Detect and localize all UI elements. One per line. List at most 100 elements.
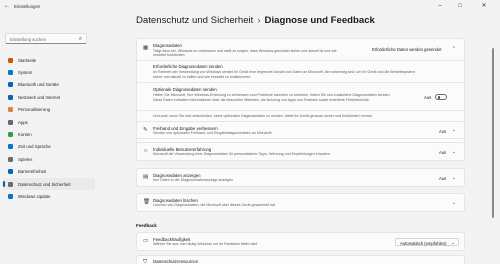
globe-clock-icon — [8, 144, 13, 150]
anzeigen-title: Diagnosedaten anzeigen — [153, 172, 201, 178]
feedback-icon: ▭ — [143, 238, 149, 244]
freihand-value: Aus — [439, 128, 447, 134]
chevron-down-icon: ⌄ — [451, 239, 455, 245]
trash-icon: 🗑 — [143, 199, 150, 205]
breadcrumb-parent[interactable]: Datenschutz und Sicherheit — [136, 15, 253, 26]
diagnosedaten-desc-1: Trägt dazu bei, Windows zu verbessern un… — [153, 48, 337, 53]
sidebar-item[interactable]: Konten — [3, 128, 95, 140]
gaming-icon — [8, 156, 13, 162]
scrollbar[interactable] — [492, 48, 494, 218]
search-icon: ⌕ — [78, 35, 82, 42]
update-icon — [8, 193, 13, 199]
loeschen-title: Diagnosedaten löschen — [153, 197, 198, 203]
system-icon — [8, 70, 13, 76]
freihand-card[interactable]: ✎ Freihand und Eingabe verbessern Senden… — [136, 121, 465, 139]
chevron-up-icon[interactable]: ⌃ — [452, 46, 456, 52]
optional-diag-note: Und auch wenn Sie sich entscheiden, kein… — [153, 113, 373, 118]
sidebar-item[interactable]: Bluetooth und Geräte — [3, 79, 95, 91]
individuell-title: Individuelle Benutzererfahrung — [153, 146, 212, 152]
chevron-down-icon[interactable]: ⌄ — [452, 175, 456, 181]
divider — [137, 110, 464, 111]
sidebar-item-label: Datenschutz und Sicherheit — [18, 181, 71, 187]
anzeigen-desc: Ihre Daten in der Diagnosedatenanzeige a… — [153, 178, 234, 182]
sidebar-item[interactable]: Zeit und Sprache — [3, 141, 95, 153]
bluetooth-icon — [8, 82, 13, 88]
diagnosedaten-desc-2: erwartet funktioniert. — [153, 53, 186, 57]
sidebar-item-label: Spielen — [18, 156, 33, 162]
sidebar-item-label: Konten — [18, 132, 32, 138]
chevron-down-icon[interactable]: ⌄ — [452, 200, 456, 206]
feedbackhaeufigkeit-card: ▭ Feedbackhäufigkeit Wählen Sie aus, wie… — [136, 232, 465, 251]
network-icon — [8, 94, 13, 100]
optional-diag-desc-2: Diese Daten enthalten Informationen über… — [153, 97, 370, 102]
diagnosedaten-value: Erforderliche Daten werden gesendet — [372, 47, 442, 52]
sidebar-nav: Startseite System Bluetooth und Geräte Netz… — [3, 54, 95, 203]
sidebar-item-label: Personalisierung — [18, 107, 51, 113]
accessibility-icon — [8, 169, 13, 175]
loeschen-card[interactable]: 🗑 Diagnosedaten löschen Löschen von Diag… — [136, 193, 465, 212]
home-icon — [8, 57, 13, 63]
datenschutzressourcen-card[interactable]: ⛉ Datenschutzressourcen — [136, 255, 465, 264]
feedback-frequency-value: Automatisch (empfohlen) — [400, 240, 447, 246]
feedback-heading: Feedback — [136, 223, 157, 228]
lightbulb-icon: ☼ — [143, 148, 149, 154]
back-arrow-icon[interactable]: ← — [4, 3, 10, 9]
individuell-card[interactable]: ☼ Individuelle Benutzererfahrung Microso… — [136, 142, 465, 161]
sidebar-item[interactable]: Spielen — [3, 153, 95, 165]
sidebar-item[interactable]: Windows Update — [3, 190, 95, 202]
page-title: Diagnose und Feedback — [264, 15, 375, 26]
breadcrumb-separator: › — [257, 15, 261, 26]
optional-diag-toggle-label: Aus — [424, 95, 432, 100]
freihand-title: Freihand und Eingabe verbessern — [153, 125, 218, 131]
sidebar-item-label: Bluetooth und Geräte — [18, 82, 59, 88]
individuell-value: Aus — [439, 150, 447, 155]
freihand-desc: Senden von optionalen Freihand- und Eing… — [153, 131, 272, 135]
shield-icon: ⛉ — [143, 259, 148, 264]
optional-diag-title: Optionale Diagnosedaten senden — [153, 87, 217, 92]
document-search-icon: ▤ — [143, 174, 149, 180]
sidebar-item[interactable]: System — [3, 66, 95, 78]
datenschutzressourcen-title: Datenschutzressourcen — [153, 259, 199, 264]
feedback-frequency-dropdown[interactable]: Automatisch (empfohlen) ⌄ — [395, 238, 459, 246]
optional-diag-desc-1: Helfen Sie Microsoft, Ihre Windows-Erfah… — [153, 93, 391, 97]
apps-icon — [8, 119, 13, 125]
required-diag-title: Erforderliche Diagnosedaten senden — [153, 64, 223, 69]
sidebar-item[interactable]: Datenschutz und Sicherheit — [3, 177, 95, 191]
required-diag-desc-1: Im Rahmen der Verwendung von Windows sen… — [153, 70, 415, 74]
sidebar-item[interactable]: Apps — [3, 116, 95, 128]
feedbackhaeufigkeit-desc: Wählen Sie aus, wie häufig Windows um Ih… — [153, 242, 257, 246]
sidebar-item[interactable]: Startseite — [3, 54, 95, 66]
shield-icon — [8, 181, 13, 187]
sidebar-item-label: Barrierefreiheit — [18, 169, 47, 175]
divider — [137, 60, 464, 61]
pen-icon: ✎ — [143, 127, 148, 133]
diagnosedaten-title: Diagnosedaten — [153, 43, 182, 48]
sidebar-item-label: Apps — [18, 119, 28, 125]
sidebar-item[interactable]: Barrierefreiheit — [3, 166, 95, 178]
sidebar-item-label: Startseite — [18, 57, 37, 63]
divider — [137, 82, 464, 83]
anzeigen-card[interactable]: ▤ Diagnosedaten anzeigen Ihre Daten in d… — [136, 168, 465, 187]
sidebar-item-label: Zeit und Sprache — [18, 144, 51, 150]
sidebar-item-label: Windows Update — [18, 193, 51, 199]
chevron-down-icon[interactable]: ⌄ — [452, 149, 456, 155]
chevron-down-icon[interactable]: ⌄ — [452, 127, 456, 133]
sidebar-item[interactable]: Netzwerk und Internet — [3, 91, 95, 103]
search-placeholder: Einstellung suchen — [10, 37, 47, 42]
feedbackhaeufigkeit-title: Feedbackhäufigkeit — [153, 236, 191, 242]
breadcrumb: Datenschutz und Sicherheit › Diagnose und … — [136, 15, 375, 26]
required-diag-desc-2: sicher und aktuell zu halten und wie erw… — [153, 74, 252, 79]
optional-diag-toggle[interactable] — [435, 94, 447, 100]
account-icon — [8, 132, 13, 138]
main-content: Datenschutz und Sicherheit › Diagnose und … — [128, 0, 500, 264]
search-input[interactable]: Einstellung suchen ⌕ — [5, 33, 87, 44]
sidebar-item[interactable]: Personalisierung — [3, 104, 95, 116]
sidebar-item-label: Netzwerk und Internet — [18, 94, 61, 100]
individuell-desc: Microsoft die Verwendung Ihrer Diagnosed… — [153, 152, 330, 156]
window-title: Einstellungen — [14, 4, 41, 9]
sidebar-item-label: System — [18, 70, 33, 76]
chart-icon: ▦ — [143, 45, 149, 51]
anzeigen-value: Aus — [439, 176, 447, 181]
brush-icon — [8, 107, 13, 113]
loeschen-desc: Löschen von Diagnosedaten, die Microsoft… — [153, 203, 276, 207]
